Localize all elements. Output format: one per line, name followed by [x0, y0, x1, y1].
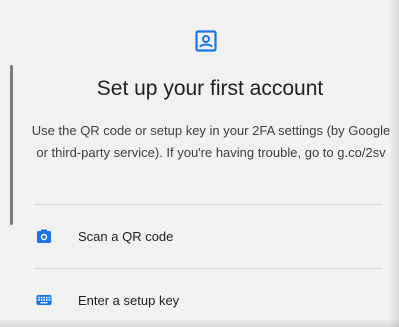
keyboard-icon	[36, 295, 52, 305]
edge-shadow	[0, 319, 399, 327]
scan-qr-code-option[interactable]: Scan a QR code	[34, 214, 382, 258]
scan-qr-code-label: Scan a QR code	[78, 228, 174, 244]
setup-screen: Set up your first account Use the QR cod…	[0, 0, 399, 327]
divider	[34, 268, 382, 269]
divider	[34, 204, 382, 205]
enter-setup-key-label: Enter a setup key	[78, 292, 180, 308]
account-box-icon	[195, 30, 217, 52]
setup-instructions: Use the QR code or setup key in your 2FA…	[31, 123, 391, 160]
scroll-indicator[interactable]	[10, 65, 13, 225]
enter-setup-key-option[interactable]: Enter a setup key	[34, 278, 382, 322]
edge-shadow	[389, 0, 399, 327]
page-title: Set up your first account	[96, 77, 324, 100]
camera-icon	[37, 229, 51, 243]
